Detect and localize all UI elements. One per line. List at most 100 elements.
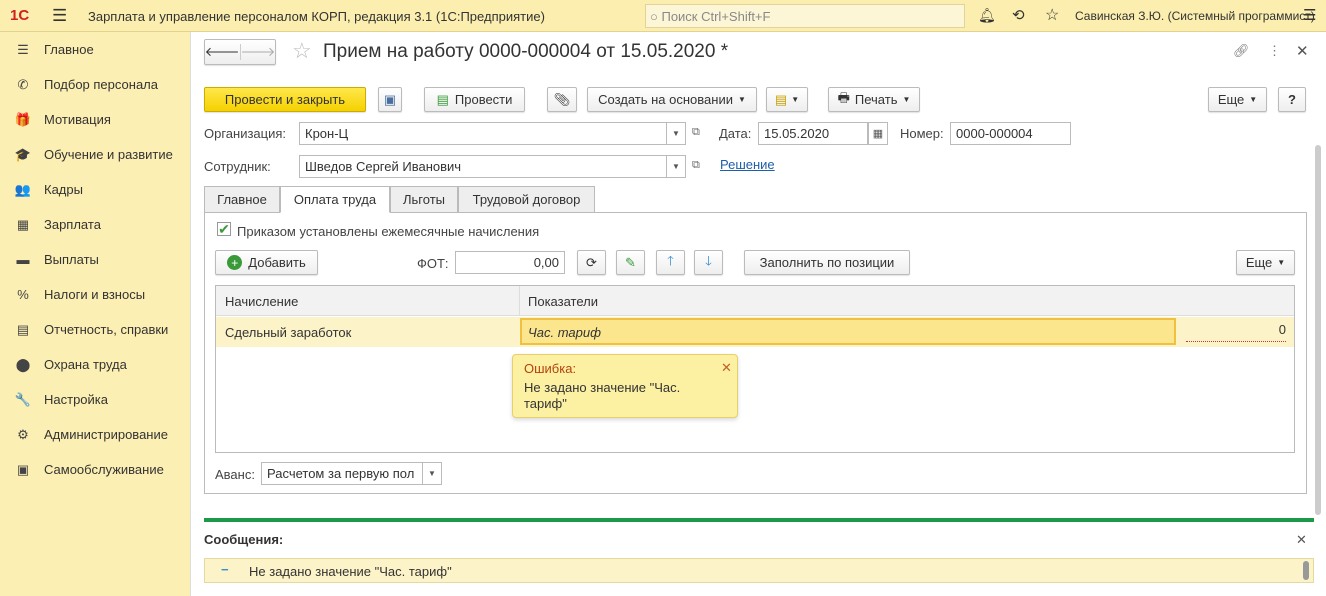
app-title: Зарплата и управление персоналом КОРП, р… [88, 9, 545, 24]
sidebar-item[interactable]: 👥 Кадры [0, 172, 190, 207]
sidebar-item[interactable]: ⚙ Администрирование [0, 417, 190, 452]
menu-icon[interactable]: ☰ [52, 6, 67, 26]
number-label: Номер: [900, 126, 944, 141]
post-icon: ▤ [436, 91, 449, 107]
employee-field[interactable]: Шведов Сергей Иванович [299, 155, 667, 178]
pencil-icon: ✎ [625, 254, 636, 270]
column-header-indicators[interactable]: Показатели [528, 294, 598, 309]
table-header: Начисление Показатели [216, 286, 1294, 316]
more-button[interactable]: Еще ▼ [1208, 87, 1267, 112]
advance-dropdown[interactable]: ▼ [422, 462, 442, 485]
sidebar-item-icon: ⬤ [15, 356, 31, 372]
sidebar-item[interactable]: 🎓 Обучение и развитие [0, 137, 190, 172]
tooltip-close-icon[interactable]: ✕ [721, 360, 732, 376]
chevron-down-icon: ▼ [1249, 95, 1258, 104]
back-button[interactable]: 🡐 [205, 44, 240, 60]
sidebar-item-icon: 🎓 [14, 146, 32, 162]
org-field[interactable]: Крон-Ц [299, 122, 667, 145]
save-button[interactable]: ▣ [378, 87, 402, 112]
table-row[interactable]: Сдельный заработок Час. тариф 0 [216, 317, 1294, 347]
page-title: Прием на работу 0000-000004 от 15.05.202… [323, 41, 729, 62]
scrollbar[interactable] [1315, 145, 1321, 515]
accrual-cell[interactable]: Сдельный заработок [225, 325, 351, 340]
accruals-table: Начисление Показатели Сдельный заработок… [215, 285, 1295, 453]
link-icon[interactable]: 🔗︎ [1233, 43, 1250, 59]
attach-button[interactable]: 📎︎ [547, 87, 577, 112]
column-header-accrual[interactable]: Начисление [225, 294, 298, 309]
sidebar-item[interactable]: ▦ Зарплата [0, 207, 190, 242]
advance-field[interactable]: Расчетом за первую пол [261, 462, 423, 485]
chevron-down-icon: ▼ [1277, 258, 1286, 267]
create-based-on-button[interactable]: Создать на основании ▼ [587, 87, 757, 112]
messages-close-icon[interactable]: ✕ [1296, 532, 1307, 548]
refresh-button[interactable]: ⟳ [577, 250, 606, 275]
refresh-icon: ⟳ [586, 254, 597, 270]
sidebar-item-icon: 🎁 [14, 111, 32, 127]
tab-benefits[interactable]: Льготы [390, 186, 458, 213]
number-field[interactable]: 0000-000004 [950, 122, 1071, 145]
advance-label: Аванс: [215, 467, 255, 482]
message-item[interactable]: − Не задано значение "Час. тариф" [204, 558, 1314, 583]
tooltip-title: Ошибка: [524, 361, 577, 376]
messages-divider [204, 518, 1314, 522]
sidebar-item[interactable]: 🔧 Настройка [0, 382, 190, 417]
edit-button[interactable]: ✎ [616, 250, 645, 275]
history-icon[interactable]: ⟲ [1012, 6, 1025, 24]
related-docs-button[interactable]: ▤ ▼ [766, 87, 808, 112]
indicator-value-cell[interactable]: 0 [1186, 322, 1286, 342]
sidebar-item[interactable]: ▬ Выплаты [0, 242, 190, 277]
star-icon[interactable]: ☆ [1045, 5, 1059, 25]
calendar-icon[interactable]: ▦ [868, 122, 888, 145]
sidebar-item-icon: 🔧 [14, 391, 32, 407]
open-icon[interactable]: ⧉ [692, 159, 700, 172]
tab-main[interactable]: Главное [204, 186, 280, 213]
bell-icon[interactable]: 🔔︎ [978, 7, 996, 24]
chevron-down-icon: ▼ [902, 95, 911, 104]
search-input[interactable]: ○ Поиск Ctrl+Shift+F [645, 4, 965, 28]
floppy-icon: ▣ [383, 91, 397, 107]
sidebar-item[interactable]: ✆ Подбор персонала [0, 67, 190, 102]
sidebar-item-label: Зарплата [44, 217, 101, 232]
indicator-cell[interactable]: Час. тариф [520, 318, 1176, 345]
move-up-button[interactable]: 🡑 [656, 250, 685, 275]
messages-title: Сообщения: [204, 532, 284, 547]
tab-payment[interactable]: Оплата труда [280, 186, 390, 213]
paperclip-icon: 📎︎ [553, 91, 571, 107]
sidebar-item[interactable]: ☰ Главное [0, 32, 190, 67]
forward-button[interactable]: 🡒 [239, 44, 275, 60]
sidebar-item-label: Налоги и взносы [44, 287, 146, 302]
fot-field[interactable]: 0,00 [455, 251, 565, 274]
sidebar-item-icon: ▬ [16, 252, 30, 267]
help-button[interactable]: ? [1278, 87, 1306, 112]
monthly-accruals-checkbox[interactable]: ✔ [217, 222, 231, 236]
employee-dropdown[interactable]: ▼ [666, 155, 686, 178]
sidebar: ☰ Главное ✆ Подбор персонала 🎁 Мотивация 🎓 Обуч… [0, 32, 191, 596]
org-dropdown[interactable]: ▼ [666, 122, 686, 145]
fill-by-position-button[interactable]: Заполнить по позиции [744, 250, 910, 275]
sidebar-item[interactable]: 🎁 Мотивация [0, 102, 190, 137]
post-and-close-button[interactable]: Провести и закрыть [204, 87, 366, 112]
open-icon[interactable]: ⧉ [692, 126, 700, 139]
fot-label: ФОТ: [417, 256, 449, 271]
sidebar-item[interactable]: ⬤ Охрана труда [0, 347, 190, 382]
tab-contract[interactable]: Трудовой договор [458, 186, 595, 213]
sidebar-item-icon: ☰ [17, 41, 29, 57]
user-name[interactable]: Савинская З.Ю. (Системный программист) [1075, 9, 1315, 23]
table-more-button[interactable]: Еще ▼ [1236, 250, 1295, 275]
sidebar-item[interactable]: % Налоги и взносы [0, 277, 190, 312]
sidebar-item-label: Мотивация [44, 112, 111, 127]
sidebar-item[interactable]: ▣ Самообслуживание [0, 452, 190, 487]
print-button[interactable]: 🖶 Печать ▼ [828, 87, 920, 112]
close-icon[interactable]: ✕ [1296, 42, 1309, 60]
add-button[interactable]: + Добавить [215, 250, 318, 275]
sidebar-item[interactable]: ▤ Отчетность, справки [0, 312, 190, 347]
favorite-star-icon[interactable]: ☆ [292, 38, 312, 64]
post-button[interactable]: ▤ Провести [424, 87, 525, 112]
message-text: Не задано значение "Час. тариф" [249, 564, 452, 579]
date-field[interactable]: 15.05.2020 [758, 122, 868, 145]
more-actions-icon[interactable]: ⋮ [1268, 43, 1281, 59]
messages-scrollbar[interactable] [1303, 561, 1309, 580]
move-down-button[interactable]: 🡓 [694, 250, 723, 275]
settings-menu-icon[interactable]: ☰ [1303, 6, 1316, 24]
decision-link[interactable]: Решение [720, 157, 775, 172]
